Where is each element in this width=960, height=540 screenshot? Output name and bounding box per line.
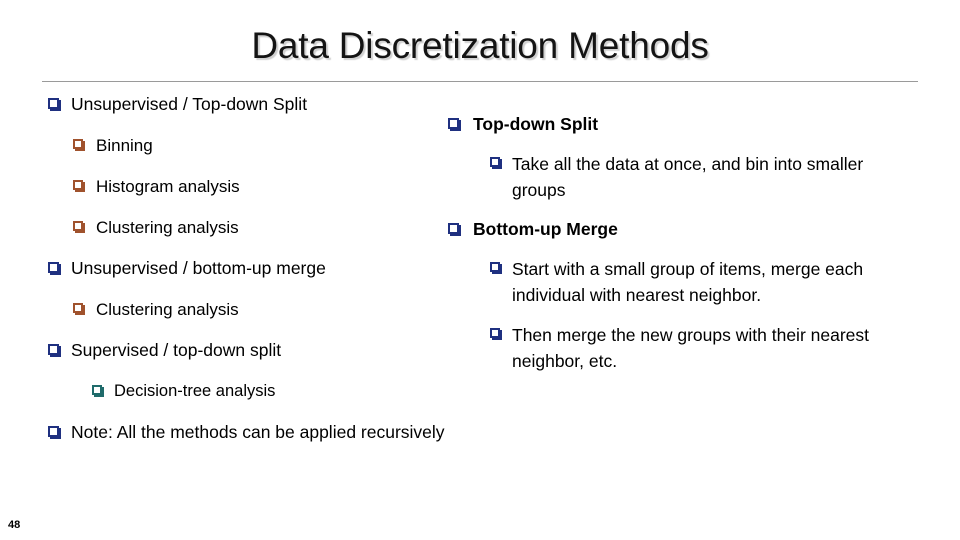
square-bullet-brown-icon — [73, 303, 83, 313]
square-bullet-navy-icon — [448, 118, 459, 129]
list-item: Top-down Split — [448, 112, 910, 137]
list-item: Decision-tree analysis — [92, 379, 448, 404]
page-number: 48 — [8, 519, 21, 531]
right-content-column: Top-down Split Take all the data at once… — [440, 112, 910, 388]
square-bullet-brown-icon — [73, 180, 83, 190]
list-item-label: Binning — [96, 136, 153, 155]
list-item-label: Note: All the methods can be applied rec… — [71, 422, 445, 442]
list-item: Unsupervised / Top-down Split — [48, 92, 448, 117]
list-item-label: Supervised / top-down split — [71, 340, 282, 360]
list-item-label: Unsupervised / Top-down Split — [71, 94, 308, 114]
list-item-label: Top-down Split — [473, 114, 599, 134]
list-item: Clustering analysis — [73, 297, 448, 322]
list-item: Take all the data at once, and bin into … — [490, 151, 910, 203]
square-bullet-navy-icon — [490, 157, 500, 167]
page-title: Data Discretization Methods — [251, 25, 709, 66]
title-divider — [42, 81, 918, 82]
list-item-label: Clustering analysis — [96, 218, 239, 237]
square-bullet-navy-icon — [448, 223, 459, 234]
list-item-label: Clustering analysis — [96, 300, 239, 319]
list-item-label: Decision-tree analysis — [114, 382, 276, 400]
square-bullet-navy-icon — [48, 262, 59, 273]
list-item-label: Start with a small group of items, merge… — [512, 259, 864, 305]
square-bullet-teal-icon — [92, 385, 102, 395]
list-item: Supervised / top-down split — [48, 338, 448, 363]
square-bullet-brown-icon — [73, 139, 83, 149]
square-bullet-navy-icon — [490, 262, 500, 272]
list-item: Clustering analysis — [73, 215, 448, 240]
list-item: Note: All the methods can be applied rec… — [48, 420, 448, 445]
list-item: Bottom-up Merge — [448, 217, 910, 242]
left-content-column: Unsupervised / Top-down Split Binning Hi… — [48, 92, 448, 461]
list-item-label: Bottom-up Merge — [473, 219, 618, 239]
square-bullet-navy-icon — [48, 98, 59, 109]
square-bullet-brown-icon — [73, 221, 83, 231]
list-item: Unsupervised / bottom-up merge — [48, 256, 448, 281]
list-item-label: Unsupervised / bottom-up merge — [71, 258, 326, 278]
list-item-label: Then merge the new groups with their nea… — [512, 325, 869, 371]
list-item: Binning — [73, 133, 448, 158]
square-bullet-navy-icon — [48, 426, 59, 437]
list-item: Histogram analysis — [73, 174, 448, 199]
list-item-label: Histogram analysis — [96, 177, 240, 196]
square-bullet-navy-icon — [490, 328, 500, 338]
list-item: Start with a small group of items, merge… — [490, 256, 910, 308]
list-item-label: Take all the data at once, and bin into … — [512, 154, 864, 200]
list-item: Then merge the new groups with their nea… — [490, 322, 910, 374]
square-bullet-navy-icon — [48, 344, 59, 355]
